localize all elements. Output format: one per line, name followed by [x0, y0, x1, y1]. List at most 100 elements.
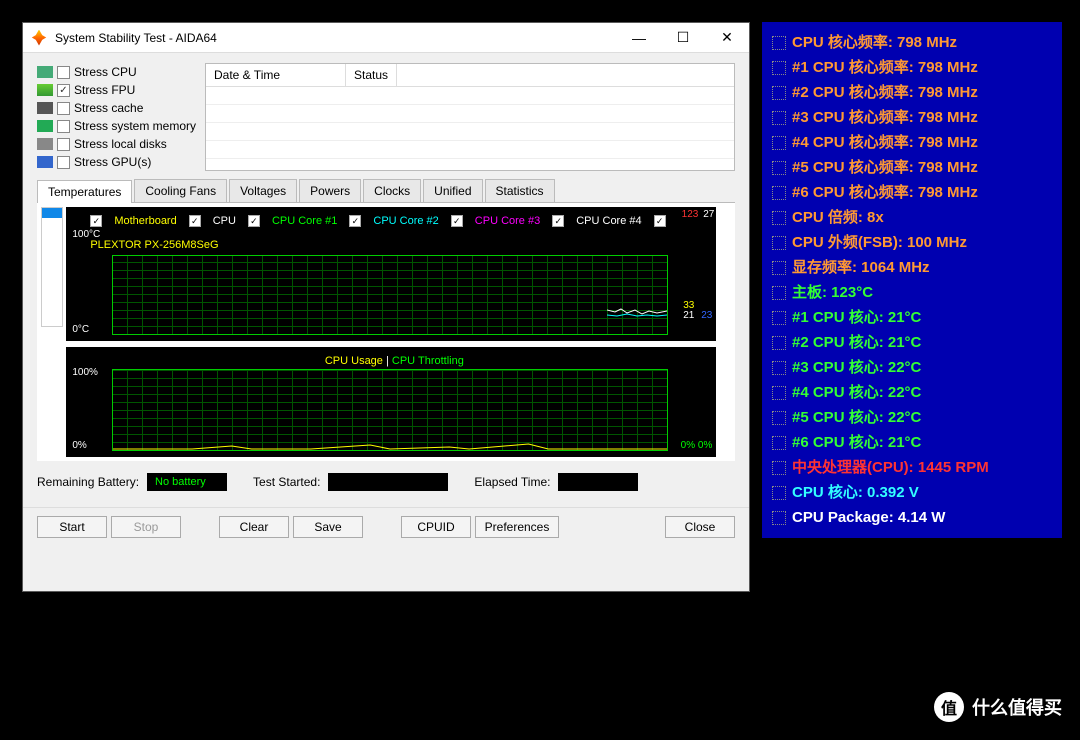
- started-label: Test Started:: [253, 475, 320, 489]
- maximize-button[interactable]: ☐: [661, 23, 705, 52]
- monitor-value: #6 CPU 核心: 21°C: [792, 430, 921, 455]
- monitor-value: CPU 倍频: 8x: [792, 205, 884, 230]
- usage-graph: CPU Usage | CPU Throttling 100% 0% 0% 0%: [66, 347, 716, 457]
- close-button[interactable]: Close: [665, 516, 735, 538]
- temperature-trace: [607, 306, 667, 318]
- stop-button[interactable]: Stop: [111, 516, 181, 538]
- stress-gpu-row: Stress GPU(s): [37, 153, 197, 171]
- app-icon: [31, 30, 47, 46]
- monitor-row: CPU 核心: 0.392 V: [772, 480, 1052, 505]
- stress-disk-label: Stress local disks: [74, 137, 167, 151]
- tab-voltages[interactable]: Voltages: [229, 179, 297, 202]
- minimize-button[interactable]: —: [617, 23, 661, 52]
- started-value: [328, 473, 448, 491]
- stress-gpu-checkbox[interactable]: [57, 156, 70, 169]
- chip-icon: [772, 86, 786, 100]
- legend-core1: CPU Core #1: [272, 215, 337, 227]
- clear-button[interactable]: Clear: [219, 516, 289, 538]
- watermark: 值 什么值得买: [934, 692, 1062, 722]
- load-indicator: [41, 207, 63, 327]
- chip-icon: [772, 136, 786, 150]
- monitor-value: #1 CPU 核心频率: 798 MHz: [792, 55, 978, 80]
- stress-memory-label: Stress system memory: [74, 119, 196, 133]
- stress-memory-checkbox[interactable]: [57, 120, 70, 133]
- titlebar[interactable]: System Stability Test - AIDA64 — ☐ ✕: [23, 23, 749, 53]
- monitor-value: CPU Package: 4.14 W: [792, 505, 945, 530]
- save-button[interactable]: Save: [293, 516, 363, 538]
- chip-icon: [772, 186, 786, 200]
- monitor-value: #6 CPU 核心频率: 798 MHz: [792, 180, 978, 205]
- monitor-row: #3 CPU 核心频率: 798 MHz: [772, 105, 1052, 130]
- stress-disk-checkbox[interactable]: [57, 138, 70, 151]
- stress-cache-row: Stress cache: [37, 99, 197, 117]
- stress-cache-checkbox[interactable]: [57, 102, 70, 115]
- legend-motherboard-checkbox[interactable]: [90, 215, 102, 227]
- chip-icon: [772, 211, 786, 225]
- watermark-text: 什么值得买: [972, 694, 1062, 720]
- monitor-value: #5 CPU 核心: 22°C: [792, 405, 921, 430]
- chip-icon: [772, 511, 786, 525]
- preferences-button[interactable]: Preferences: [475, 516, 559, 538]
- monitor-value: 主板: 123°C: [792, 280, 873, 305]
- stress-memory-row: Stress system memory: [37, 117, 197, 135]
- stress-cache-label: Stress cache: [74, 101, 143, 115]
- monitor-row: #6 CPU 核心: 21°C: [772, 430, 1052, 455]
- memory-icon: [37, 120, 53, 132]
- chip-icon: [772, 61, 786, 75]
- disk-icon: [37, 138, 53, 150]
- battery-value: No battery: [147, 473, 227, 491]
- tab-cooling-fans[interactable]: Cooling Fans: [134, 179, 227, 202]
- chip-icon: [772, 261, 786, 275]
- stress-cpu-row: Stress CPU: [37, 63, 197, 81]
- legend-core4-checkbox[interactable]: [552, 215, 564, 227]
- legend-cpu-checkbox[interactable]: [189, 215, 201, 227]
- legend-core1-checkbox[interactable]: [248, 215, 260, 227]
- temp-r2: 21: [683, 310, 694, 321]
- legend-core2-checkbox[interactable]: [349, 215, 361, 227]
- stress-fpu-label: Stress FPU: [74, 83, 135, 97]
- tab-clocks[interactable]: Clocks: [363, 179, 421, 202]
- chip-icon: [772, 311, 786, 325]
- close-window-button[interactable]: ✕: [705, 23, 749, 52]
- elapsed-value: [558, 473, 638, 491]
- chip-icon: [772, 436, 786, 450]
- log-col-datetime[interactable]: Date & Time: [206, 64, 346, 86]
- legend-plextor-checkbox[interactable]: [654, 215, 666, 227]
- legend-motherboard: Motherboard: [114, 215, 176, 227]
- stress-disk-row: Stress local disks: [37, 135, 197, 153]
- stress-cpu-checkbox[interactable]: [57, 66, 70, 79]
- start-button[interactable]: Start: [37, 516, 107, 538]
- tabs: Temperatures Cooling Fans Voltages Power…: [37, 179, 735, 203]
- throttle-title: CPU Throttling: [392, 355, 464, 367]
- monitor-row: #5 CPU 核心频率: 798 MHz: [772, 155, 1052, 180]
- monitor-value: 中央处理器(CPU): 1445 RPM: [792, 455, 989, 480]
- window-title: System Stability Test - AIDA64: [55, 31, 617, 45]
- monitor-row: #4 CPU 核心频率: 798 MHz: [772, 130, 1052, 155]
- monitor-value: #2 CPU 核心: 21°C: [792, 330, 921, 355]
- stress-fpu-checkbox[interactable]: [57, 84, 70, 97]
- log-table: Date & Time Status: [205, 63, 735, 171]
- temperature-plot-area: [112, 255, 668, 335]
- watermark-icon: 值: [934, 692, 964, 722]
- tab-temperatures[interactable]: Temperatures: [37, 180, 132, 203]
- tab-powers[interactable]: Powers: [299, 179, 361, 202]
- temp-ymin: 0°C: [72, 324, 89, 335]
- tab-unified[interactable]: Unified: [423, 179, 482, 202]
- monitor-row: 显存频率: 1064 MHz: [772, 255, 1052, 280]
- tab-statistics[interactable]: Statistics: [485, 179, 555, 202]
- chip-icon: [772, 336, 786, 350]
- chip-icon: [772, 36, 786, 50]
- monitor-row: #5 CPU 核心: 22°C: [772, 405, 1052, 430]
- cpuid-button[interactable]: CPUID: [401, 516, 471, 538]
- usage-trace: [113, 436, 667, 450]
- monitor-row: 中央处理器(CPU): 1445 RPM: [772, 455, 1052, 480]
- monitor-row: CPU 核心频率: 798 MHz: [772, 30, 1052, 55]
- monitor-value: CPU 核心: 0.392 V: [792, 480, 919, 505]
- chip-icon: [772, 461, 786, 475]
- legend-core3-checkbox[interactable]: [451, 215, 463, 227]
- log-col-status[interactable]: Status: [346, 64, 397, 86]
- chip-icon: [772, 111, 786, 125]
- cpu-icon: [37, 66, 53, 78]
- chip-icon: [772, 236, 786, 250]
- fpu-icon: [37, 84, 53, 96]
